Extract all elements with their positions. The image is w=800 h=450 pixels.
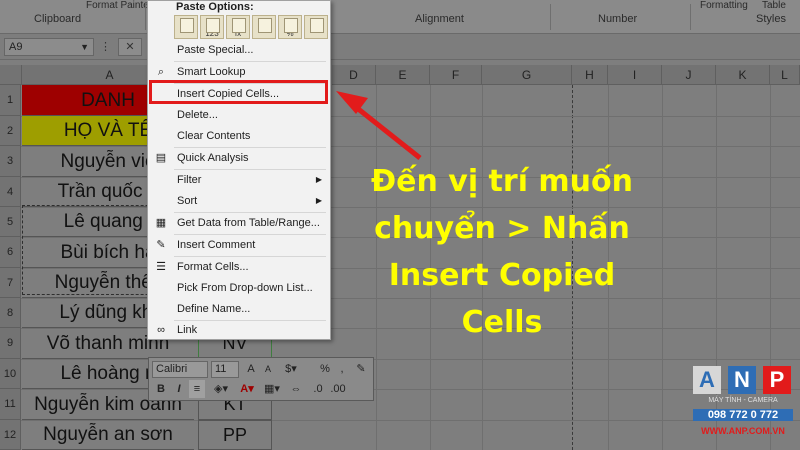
logo-letter: A <box>693 366 721 394</box>
logo-tagline: MÁY TÍNH - CAMERA <box>708 397 778 404</box>
arrow-shaft <box>350 102 422 160</box>
annotation-line: Insert Copied <box>388 258 616 293</box>
logo-letter: P <box>763 366 791 394</box>
annotation-line: Đến vị trí muốn <box>370 164 634 199</box>
logo-letter: N <box>728 366 756 394</box>
anp-logo: A N P MÁY TÍNH - CAMERA 098 772 0 772 WW… <box>693 366 793 444</box>
instruction-annotation: Đến vị trí muốn chuyển > Nhấn Insert Cop… <box>352 158 652 346</box>
annotation-line: Cells <box>461 305 543 340</box>
logo-phone: 098 772 0 772 <box>693 409 793 421</box>
logo-website: WWW.ANP.COM.VN <box>701 426 785 436</box>
annotation-line: chuyển > Nhấn <box>374 211 630 246</box>
logo-letters: A N P <box>693 366 793 396</box>
